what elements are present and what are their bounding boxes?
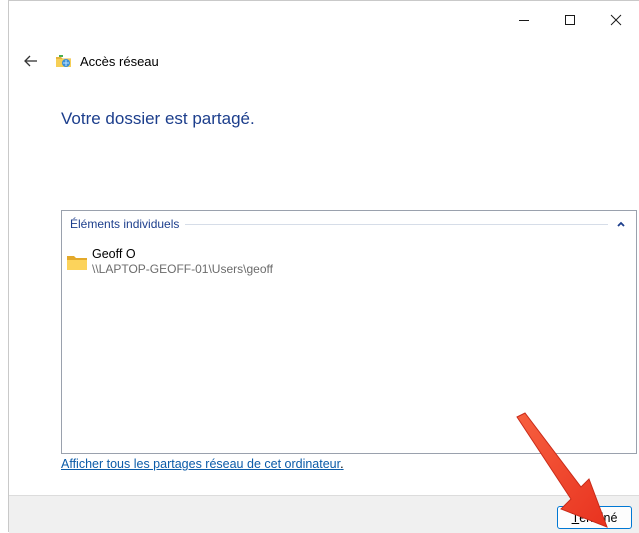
share-name: Geoff O [92, 247, 136, 261]
close-icon [610, 14, 622, 26]
collapse-button[interactable] [614, 217, 628, 231]
maximize-icon [565, 15, 575, 25]
window-title-area: Accès réseau [55, 53, 159, 69]
share-path: \\LAPTOP-GEOFF-01\Users\geoff [92, 262, 273, 276]
close-button[interactable] [593, 1, 639, 39]
annotation-arrow-icon [516, 412, 608, 528]
network-folder-icon [56, 55, 71, 67]
link-period: . [340, 457, 344, 471]
list-item[interactable]: Geoff O \\LAPTOP-GEOFF-01\Users\geoff [66, 247, 273, 277]
page-heading: Votre dossier est partagé. [61, 109, 255, 128]
folder-icon [67, 256, 87, 270]
chevron-up-icon [617, 221, 625, 227]
window-title: Accès réseau [80, 53, 159, 69]
group-title: Éléments individuels [70, 217, 180, 231]
maximize-button[interactable] [547, 1, 593, 39]
back-button[interactable] [23, 53, 39, 69]
share-text: Geoff O \\LAPTOP-GEOFF-01\Users\geoff [92, 247, 273, 277]
back-arrow-icon [24, 55, 37, 67]
minimize-icon [519, 20, 529, 21]
caption-buttons [501, 1, 639, 39]
show-all-shares-link-wrap: Afficher tous les partages réseau de cet… [61, 457, 344, 471]
show-all-shares-link[interactable]: Afficher tous les partages réseau de cet… [61, 457, 340, 471]
minimize-button[interactable] [501, 1, 547, 39]
group-divider [185, 223, 608, 225]
network-access-window: Accès réseau Votre dossier est partagé. … [8, 0, 639, 533]
group-header: Éléments individuels [70, 216, 628, 232]
